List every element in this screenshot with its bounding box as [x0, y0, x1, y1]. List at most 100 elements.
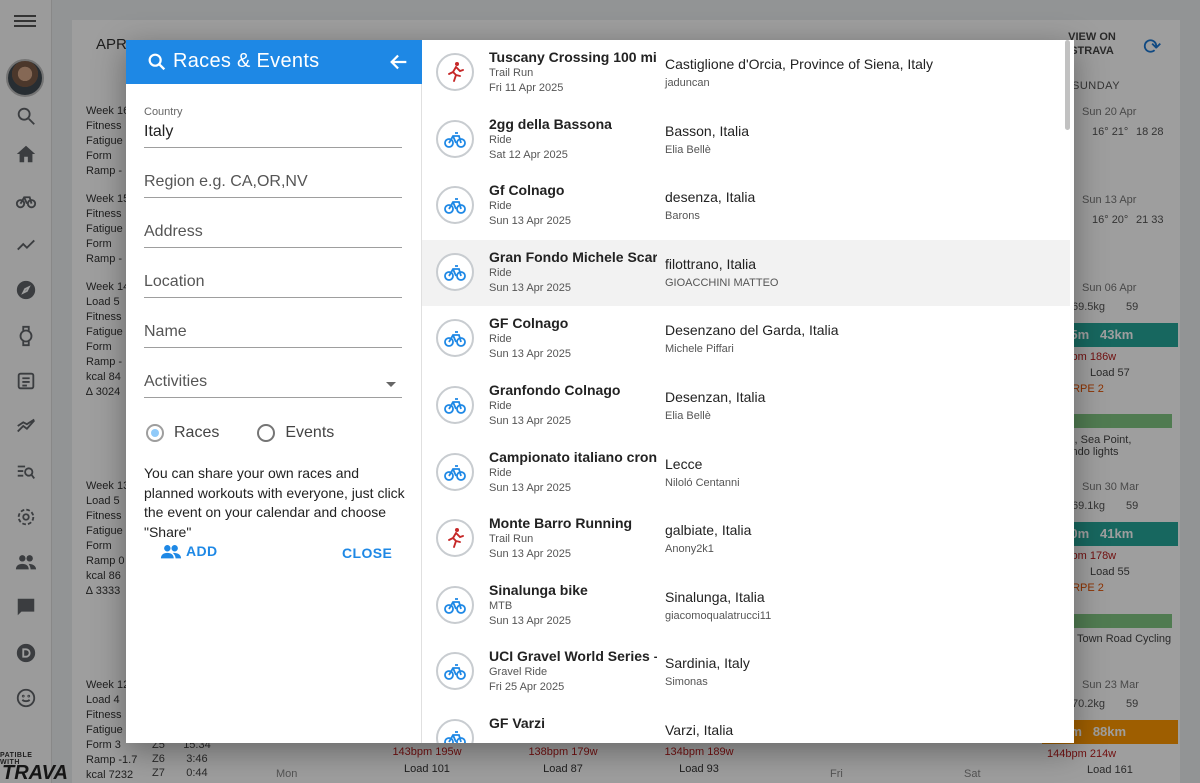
- event-organizer: Anony2k1: [665, 543, 714, 556]
- event-type: Ride: [489, 466, 512, 479]
- event-type: Ride: [489, 333, 512, 346]
- event-location: Basson, Italia: [665, 122, 750, 139]
- event-date: Sun 13 Apr 2025: [489, 281, 571, 294]
- event-name: Campionato italiano crono: [489, 448, 657, 465]
- event-date: Sun 13 Apr 2025: [489, 215, 571, 228]
- event-organizer: Niloló Centanni: [665, 476, 740, 489]
- event-name: Monte Barro Running: [489, 515, 633, 532]
- region-input[interactable]: [144, 173, 394, 191]
- event-location: filottrano, Italia: [665, 255, 757, 272]
- event-row[interactable]: 2gg della Bassona Ride Sat 12 Apr 2025 Bass…: [422, 107, 1070, 174]
- event-name: 2gg della Bassona: [489, 115, 612, 132]
- event-row[interactable]: GF Varzi Varzi, Italia: [422, 706, 1070, 743]
- list-scrollbar[interactable]: [1065, 40, 1070, 130]
- event-type: Ride: [489, 133, 512, 146]
- bike-icon: [436, 585, 474, 624]
- add-button-label: ADD: [186, 543, 218, 559]
- region-field[interactable]: [144, 162, 402, 198]
- event-row[interactable]: UCI Gravel World Series – …Gravel Ride Fr…: [422, 639, 1070, 706]
- event-name: Granfondo Colnago: [489, 382, 621, 398]
- event-row[interactable]: Gf Colnago Ride Sun 13 Apr 2025 desenza, It…: [422, 173, 1070, 240]
- event-type: MTB: [489, 599, 513, 612]
- event-organizer: Barons: [665, 210, 700, 223]
- races-events-dialog: Races & Events Country Italy Races Event…: [126, 40, 1074, 743]
- event-row[interactable]: Tuscany Crossing 100 miles Trail Run Fri 1…: [422, 40, 1070, 107]
- event-row[interactable]: Gran Fondo Michele ScarponiRide Sun 13 Ap…: [422, 239, 1070, 307]
- country-label: Country: [144, 106, 183, 118]
- event-date: Sun 13 Apr 2025: [489, 614, 571, 627]
- activities-select[interactable]: [144, 362, 402, 398]
- races-radio-label[interactable]: Races: [174, 424, 219, 442]
- event-organizer: giacomoqualatrucci11: [665, 609, 772, 622]
- event-location: Desenzano del Garda, Italia: [665, 322, 839, 339]
- location-field[interactable]: [144, 262, 402, 298]
- country-value[interactable]: Italy: [144, 123, 173, 141]
- event-organizer: Simonas: [665, 676, 708, 689]
- event-name: Gran Fondo Michele Scarponi: [489, 248, 657, 265]
- bike-icon: [436, 186, 474, 225]
- event-name: Tuscany Crossing 100 miles: [489, 49, 657, 65]
- location-input[interactable]: [144, 273, 394, 291]
- event-organizer: Elia Bellè: [665, 410, 711, 422]
- event-organizer: GIOACCHINI MATTEO: [665, 276, 779, 289]
- event-row[interactable]: GF Colnago Ride Sun 13 Apr 2025 Desenzano d…: [422, 306, 1070, 373]
- event-date: Sun 13 Apr 2025: [489, 548, 571, 561]
- event-date: Sun 13 Apr 2025: [489, 415, 571, 427]
- country-field[interactable]: Country Italy: [144, 106, 402, 148]
- event-date: Sun 13 Apr 2025: [489, 481, 571, 494]
- event-list[interactable]: Tuscany Crossing 100 miles Trail Run Fri 1…: [422, 40, 1070, 743]
- name-field[interactable]: [144, 312, 402, 348]
- close-button[interactable]: CLOSE: [342, 545, 392, 561]
- event-row[interactable]: Monte Barro Running Trail Run Sun 13 Apr 2…: [422, 506, 1070, 573]
- name-input[interactable]: [144, 323, 394, 341]
- run-icon: [436, 519, 474, 558]
- events-radio[interactable]: [257, 424, 276, 442]
- address-field[interactable]: [144, 212, 402, 248]
- event-name: GF Colnago: [489, 315, 569, 332]
- event-location: Sardinia, Italy: [665, 655, 750, 672]
- event-name: UCI Gravel World Series – …: [489, 648, 657, 665]
- event-type: Trail Run: [489, 67, 534, 79]
- activities-input[interactable]: [144, 373, 394, 391]
- event-name: GF Varzi: [489, 715, 546, 731]
- event-organizer: jaduncan: [665, 77, 710, 89]
- event-name: Sinalunga bike: [489, 581, 588, 598]
- races-radio[interactable]: [146, 424, 164, 442]
- search-icon: [148, 53, 166, 71]
- event-organizer: Elia Bellè: [665, 143, 711, 156]
- bike-icon: [436, 119, 474, 158]
- bike-icon: [436, 319, 474, 358]
- bike-icon: [436, 386, 474, 424]
- run-icon: [436, 53, 474, 91]
- add-button[interactable]: ADD: [160, 543, 218, 559]
- event-location: Desenzan, Italia: [665, 389, 766, 405]
- bike-icon: [436, 652, 474, 691]
- event-type: Ride: [489, 266, 512, 279]
- event-type: Gravel Ride: [489, 666, 548, 679]
- event-date: Sat 12 Apr 2025: [489, 148, 568, 161]
- events-radio-label[interactable]: Events: [285, 424, 334, 442]
- event-location: Varzi, Italia: [665, 722, 734, 738]
- bike-icon: [436, 719, 474, 743]
- event-date: Sun 13 Apr 2025: [489, 348, 571, 361]
- event-type: Ride: [489, 400, 512, 412]
- event-location: Sinalunga, Italia: [665, 588, 765, 605]
- event-location: desenza, Italia: [665, 189, 756, 206]
- address-input[interactable]: [144, 223, 394, 241]
- bike-icon: [436, 252, 474, 291]
- event-organizer: Michele Piffari: [665, 343, 734, 356]
- event-location: galbiate, Italia: [665, 522, 752, 539]
- event-row[interactable]: Sinalunga bike MTB Sun 13 Apr 2025 Sinalung…: [422, 573, 1070, 640]
- chevron-down-icon[interactable]: [386, 382, 396, 387]
- event-row[interactable]: Campionato italiano crono Ride Sun 13 Apr …: [422, 440, 1070, 507]
- event-location: Lecce: [665, 455, 703, 472]
- back-arrow-icon[interactable]: [388, 51, 410, 73]
- add-people-icon: [160, 545, 182, 559]
- event-date: Fri 25 Apr 2025: [489, 681, 565, 694]
- share-help-text: You can share your own races and planned…: [144, 465, 405, 540]
- event-type: Trail Run: [489, 533, 534, 546]
- dialog-header: Races & Events: [126, 40, 422, 84]
- bike-icon: [436, 452, 474, 491]
- dialog-title: Races & Events: [173, 50, 320, 72]
- event-row[interactable]: Granfondo Colnago Ride Sun 13 Apr 2025 Dese…: [422, 373, 1070, 440]
